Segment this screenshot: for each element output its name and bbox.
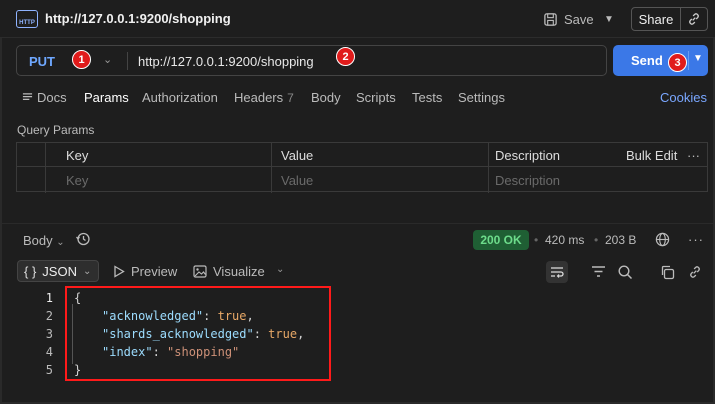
body-label: Body: [23, 233, 53, 248]
preview-label: Preview: [131, 264, 178, 279]
query-params-table: Key Value Description Bulk Edit ··· Key …: [16, 142, 708, 193]
tab-docs-label: Docs: [37, 90, 67, 105]
headers-count: 7: [287, 91, 294, 105]
filter-icon[interactable]: [591, 265, 606, 281]
annotation-badge-3: 3: [668, 53, 687, 72]
share-group: Share: [631, 7, 708, 31]
play-icon: [114, 265, 125, 278]
save-button[interactable]: Save: [543, 8, 594, 30]
tab-headers[interactable]: Headers 7: [234, 90, 294, 105]
tab-settings[interactable]: Settings: [458, 90, 505, 105]
cookies-link[interactable]: Cookies: [660, 90, 707, 105]
tab-authorization[interactable]: Authorization: [142, 90, 218, 105]
url-divider: [127, 52, 128, 70]
line-number: 1: [45, 291, 53, 305]
annotation-highlight-box: [65, 286, 331, 381]
http-icon-text: HTTP: [19, 20, 35, 26]
globe-icon[interactable]: [655, 232, 670, 250]
copy-icon[interactable]: [660, 265, 675, 283]
more-options-icon[interactable]: ···: [687, 143, 700, 167]
annotation-badge-2: 2: [336, 47, 355, 66]
braces-icon: { }: [24, 263, 37, 279]
wrap-lines-icon[interactable]: [546, 261, 568, 283]
preview-button[interactable]: Preview: [113, 264, 177, 279]
save-label: Save: [564, 11, 594, 27]
send-chevron-down-icon[interactable]: ▼: [693, 53, 703, 64]
send-divider: [688, 51, 689, 70]
status-badge: 200 OK: [473, 230, 529, 250]
column-header-key: Key: [66, 147, 89, 163]
column-header-value: Value: [281, 147, 314, 163]
line-number: 4: [45, 345, 53, 359]
bulk-edit-button[interactable]: Bulk Edit: [626, 143, 677, 167]
separator-dot: •: [534, 233, 539, 247]
visualize-chevron-down-icon[interactable]: ⌄: [276, 264, 284, 275]
history-icon[interactable]: [75, 231, 91, 250]
share-button[interactable]: Share: [632, 8, 681, 30]
request-header: HTTP http://127.0.0.1:9200/shopping Save…: [0, 0, 715, 38]
annotation-badge-1: 1: [72, 50, 91, 69]
tab-scripts[interactable]: Scripts: [356, 90, 396, 105]
image-icon: [193, 265, 207, 278]
copy-link-icon[interactable]: [681, 12, 707, 26]
request-tabs: Docs Params Authorization Headers 7 Body …: [0, 84, 715, 112]
send-button[interactable]: Send ▼: [613, 45, 708, 76]
line-number: 2: [45, 309, 53, 323]
value-input[interactable]: Value: [281, 168, 313, 192]
docs-icon: [22, 93, 33, 100]
request-title[interactable]: http://127.0.0.1:9200/shopping: [45, 11, 231, 26]
visualize-button[interactable]: Visualize: [193, 264, 265, 279]
method-select[interactable]: PUT: [29, 54, 55, 69]
url-input[interactable]: http://127.0.0.1:9200/shopping: [138, 54, 314, 69]
tab-body[interactable]: Body: [311, 90, 341, 105]
tab-headers-label: Headers: [234, 90, 284, 105]
save-options-chevron-icon[interactable]: ▼: [604, 8, 614, 30]
tab-docs[interactable]: Docs: [22, 90, 67, 105]
visualize-label: Visualize: [213, 264, 265, 279]
column-header-description: Description: [495, 147, 561, 163]
table-header-row: Key Value Description Bulk Edit ···: [17, 143, 707, 167]
key-input[interactable]: Key: [66, 168, 88, 192]
response-size[interactable]: 203 B: [605, 233, 636, 247]
response-body-dropdown[interactable]: Body ⌄: [23, 233, 65, 248]
separator-dot: •: [594, 233, 599, 247]
save-icon: [544, 12, 557, 26]
search-icon[interactable]: [618, 265, 633, 283]
response-divider: [0, 223, 715, 224]
http-request-icon: HTTP: [16, 10, 38, 28]
response-time[interactable]: 420 ms: [545, 233, 584, 247]
method-chevron-down-icon[interactable]: ⌄: [103, 53, 112, 66]
url-bar: PUT ⌄ http://127.0.0.1:9200/shopping: [16, 45, 607, 76]
table-row: Key Value Description: [17, 168, 707, 192]
tab-params[interactable]: Params: [84, 90, 129, 105]
query-params-title: Query Params: [17, 123, 95, 137]
more-options-icon[interactable]: ···: [688, 232, 704, 247]
send-label: Send: [631, 53, 663, 68]
link-icon[interactable]: [688, 265, 702, 282]
line-number: 3: [45, 327, 53, 341]
tab-tests[interactable]: Tests: [412, 90, 442, 105]
body-chevron-down-icon: ⌄: [56, 237, 65, 248]
format-select[interactable]: { } JSON ⌄: [17, 260, 99, 282]
line-number: 5: [45, 363, 53, 377]
format-chevron-down-icon: ⌄: [82, 265, 92, 277]
description-input[interactable]: Description: [495, 168, 560, 192]
format-label: JSON: [42, 263, 77, 279]
